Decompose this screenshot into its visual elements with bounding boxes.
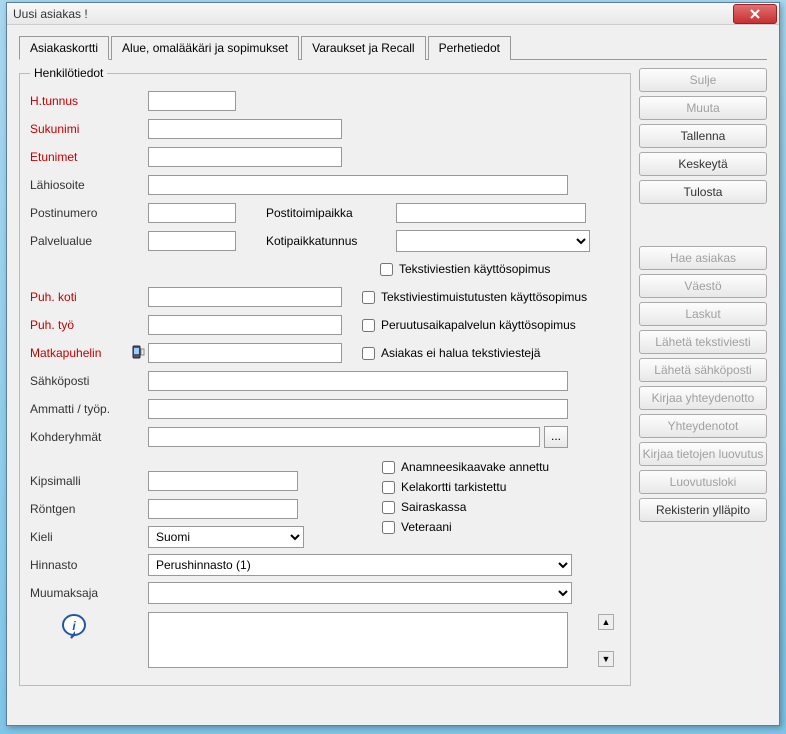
label-ammatti: Ammatti / työp. (30, 402, 148, 416)
label-kipsimalli: Kipsimalli (30, 474, 148, 488)
scroll-down-button[interactable]: ▼ (598, 651, 614, 667)
vaesto-button[interactable]: Väestö (639, 274, 767, 298)
sukunimi-input[interactable] (148, 119, 342, 139)
tab-perhetiedot[interactable]: Perhetiedot (428, 36, 511, 60)
tab-asiakaskortti[interactable]: Asiakaskortti (19, 36, 109, 60)
label-puhtyo: Puh. työ (30, 318, 148, 332)
laheta-sahkoposti-button[interactable]: Lähetä sähköposti (639, 358, 767, 382)
tab-alue[interactable]: Alue, omalääkäri ja sopimukset (111, 36, 299, 60)
info-icon: i (60, 629, 88, 643)
laheta-tekstiviesti-button[interactable]: Lähetä tekstiviesti (639, 330, 767, 354)
label-sahkoposti: Sähköposti (30, 374, 148, 388)
sahkoposti-input[interactable] (148, 371, 568, 391)
label-puhkoti: Puh. koti (30, 290, 148, 304)
label-postinumero: Postinumero (30, 206, 148, 220)
sidebar: Sulje Muuta Tallenna Keskeytä Tulosta Ha… (639, 66, 767, 686)
notes-textarea[interactable] (148, 612, 568, 668)
chk-muistutus-sopimus[interactable]: Tekstiviestimuistutusten käyttösopimus (362, 290, 587, 304)
label-kieli: Kieli (30, 530, 148, 544)
form-panel: Henkilötiedot H.tunnus Sukunimi Etunimet (19, 66, 631, 686)
chk-tekstiviesti-sopimus[interactable]: Tekstiviestien käyttösopimus (380, 262, 550, 276)
kipsimalli-input[interactable] (148, 471, 298, 491)
window-title: Uusi asiakas ! (13, 7, 88, 21)
postitoimipaikka-input[interactable] (396, 203, 586, 223)
label-htunnus: H.tunnus (30, 94, 148, 108)
tallenna-button[interactable]: Tallenna (639, 124, 767, 148)
kirjaa-yhteydenotto-button[interactable]: Kirjaa yhteydenotto (639, 386, 767, 410)
puhkoti-input[interactable] (148, 287, 342, 307)
hinnasto-select[interactable]: Perushinnasto (1) (148, 554, 572, 576)
rekisterin-yllapito-button[interactable]: Rekisterin ylläpito (639, 498, 767, 522)
tab-varaukset[interactable]: Varaukset ja Recall (301, 36, 426, 60)
chk-anamneesi[interactable]: Anamneesikaavake annettu (382, 460, 549, 474)
tulosta-button[interactable]: Tulosta (639, 180, 767, 204)
kotipaikkatunnus-select[interactable] (396, 230, 590, 252)
palvelualue-input[interactable] (148, 231, 236, 251)
label-kotipaikkatunnus: Kotipaikkatunnus (266, 234, 396, 248)
lahiosoite-input[interactable] (148, 175, 568, 195)
scroll-up-button[interactable]: ▲ (598, 614, 614, 630)
label-sukunimi: Sukunimi (30, 122, 148, 136)
label-palvelualue: Palvelualue (30, 234, 148, 248)
label-kohderyhmat: Kohderyhmät (30, 430, 148, 444)
muuta-button[interactable]: Muuta (639, 96, 767, 120)
label-rontgen: Röntgen (30, 502, 148, 516)
label-muumaksaja: Muumaksaja (30, 586, 148, 600)
sms-checks: Tekstiviestien käyttösopimus (380, 260, 550, 278)
titlebar: Uusi asiakas ! (7, 3, 779, 25)
content-area: Asiakaskortti Alue, omalääkäri ja sopimu… (7, 25, 779, 696)
laskut-button[interactable]: Laskut (639, 302, 767, 326)
close-icon (750, 9, 760, 19)
puhtyo-input[interactable] (148, 315, 342, 335)
dialog-window: Uusi asiakas ! Asiakaskortti Alue, omalä… (6, 2, 780, 726)
henkilotiedot-fieldset: Henkilötiedot H.tunnus Sukunimi Etunimet (19, 66, 631, 686)
status-checks: Anamneesikaavake annettu Kelakortti tark… (382, 460, 549, 552)
chk-kelakortti[interactable]: Kelakortti tarkistettu (382, 480, 549, 494)
kieli-select[interactable]: Suomi (148, 526, 304, 548)
kohderyhmat-input[interactable] (148, 427, 540, 447)
luovutusloki-button[interactable]: Luovutusloki (639, 470, 767, 494)
label-matkapuhelin: Matkapuhelin (30, 346, 130, 360)
hae-asiakas-button[interactable]: Hae asiakas (639, 246, 767, 270)
postinumero-input[interactable] (148, 203, 236, 223)
chk-sairaskassa[interactable]: Sairaskassa (382, 500, 549, 514)
muumaksaja-select[interactable] (148, 582, 572, 604)
sulje-button[interactable]: Sulje (639, 68, 767, 92)
yhteydenotot-button[interactable]: Yhteydenotot (639, 414, 767, 438)
tab-bar: Asiakaskortti Alue, omalääkäri ja sopimu… (19, 35, 767, 60)
label-hinnasto: Hinnasto (30, 558, 148, 572)
chk-peruutus-sopimus[interactable]: Peruutusaikapalvelun käyttösopimus (362, 318, 576, 332)
rontgen-input[interactable] (148, 499, 298, 519)
etunimet-input[interactable] (148, 147, 342, 167)
chk-ei-tekstiviesteja[interactable]: Asiakas ei halua tekstiviestejä (362, 346, 540, 360)
fieldset-legend: Henkilötiedot (30, 66, 107, 80)
close-button[interactable] (733, 4, 777, 24)
ammatti-input[interactable] (148, 399, 568, 419)
mobile-icon (130, 345, 146, 361)
label-lahiosoite: Lähiosoite (30, 178, 148, 192)
kirjaa-luovutus-button[interactable]: Kirjaa tietojen luovutus (639, 442, 767, 466)
kohderyhmat-browse-button[interactable]: ... (544, 426, 568, 448)
label-etunimet: Etunimet (30, 150, 148, 164)
keskeyta-button[interactable]: Keskeytä (639, 152, 767, 176)
matkapuhelin-input[interactable] (148, 343, 342, 363)
chk-veteraani[interactable]: Veteraani (382, 520, 549, 534)
htunnus-input[interactable] (148, 91, 236, 111)
label-postitoimipaikka: Postitoimipaikka (266, 206, 396, 220)
